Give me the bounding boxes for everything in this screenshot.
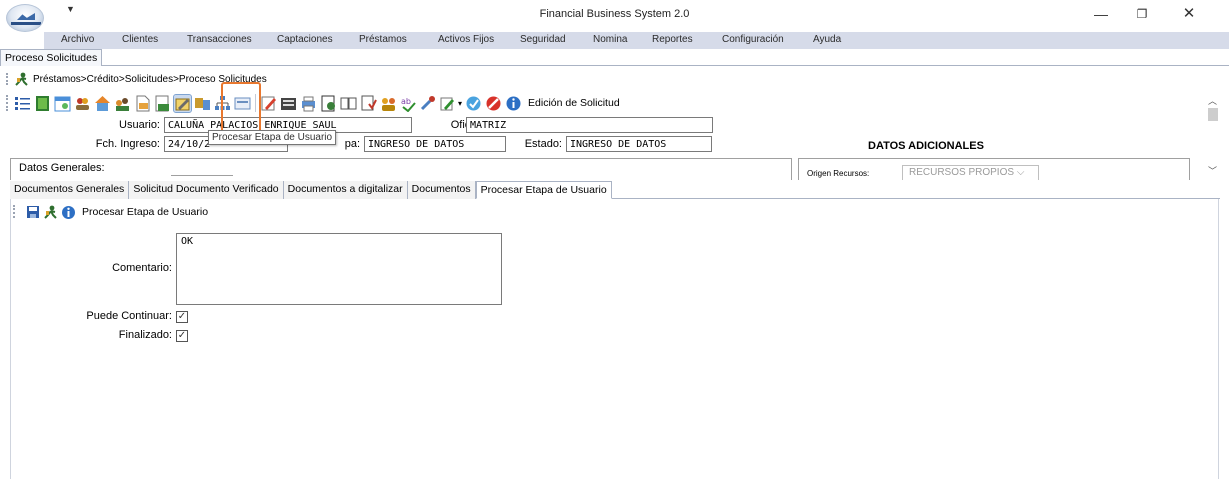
tab-documentos-a-digitalizar[interactable]: Documentos a digitalizar [283, 181, 408, 199]
menu-configuracion[interactable]: Configuración [722, 34, 784, 45]
menu-archivo[interactable]: Archivo [61, 34, 94, 45]
print-icon[interactable] [300, 95, 317, 112]
comentario-textarea[interactable]: OK [176, 233, 502, 305]
transfer-icon[interactable] [320, 95, 337, 112]
document-icon[interactable] [134, 95, 151, 112]
tab-procesar-etapa-usuario[interactable]: Procesar Etapa de Usuario [475, 181, 612, 199]
group-icon[interactable] [380, 95, 397, 112]
running-person-icon [15, 72, 28, 86]
window-title: Financial Business System 2.0 [539, 8, 690, 20]
fch-ingreso-label: Fch. Ingreso: [95, 138, 160, 150]
procesar-etapa-label[interactable]: Procesar Etapa de Usuario [82, 206, 208, 218]
tab-documentos[interactable]: Documentos [407, 181, 476, 199]
estado-label: Estado: [524, 138, 562, 150]
book-icon[interactable] [34, 95, 51, 112]
datos-generales-field [171, 175, 233, 179]
tooltip: Procesar Etapa de Usuario [208, 130, 337, 145]
save-icon[interactable] [26, 205, 40, 219]
process-toolbar: Procesar Etapa de Usuario [26, 204, 208, 220]
estado-field[interactable]: INGRESO DE DATOS [566, 136, 712, 152]
menu-prestamos[interactable]: Préstamos [359, 34, 407, 45]
home-icon[interactable] [94, 95, 111, 112]
restore-button[interactable]: ❐ [1127, 3, 1157, 25]
running-person-icon[interactable] [43, 205, 58, 219]
people-icon[interactable] [114, 95, 131, 112]
puede-continuar-checkbox[interactable]: ✓ [176, 311, 188, 323]
datos-generales-group: Datos Generales: [10, 158, 792, 180]
usuario-label: Usuario: [119, 119, 160, 131]
edicion-solicitud-label[interactable]: Edición de Solicitud [528, 97, 620, 109]
tab-proceso-solicitudes[interactable]: Proceso Solicitudes [0, 49, 103, 66]
info-icon[interactable] [61, 205, 76, 220]
calendar-icon[interactable] [54, 95, 71, 112]
upper-panel-scrollbar[interactable]: ︿ ﹀ [1205, 92, 1221, 180]
refresh-icon[interactable] [465, 95, 482, 112]
chevron-down-icon: ⌵ [1016, 167, 1025, 178]
main-toolbar: ab ▾ Edición de Solicitud [14, 92, 620, 114]
document-tab-strip: Proceso Solicitudes [0, 49, 1229, 66]
tools-icon[interactable] [420, 95, 437, 112]
etapa-field[interactable]: INGRESO DE DATOS [364, 136, 506, 152]
info-icon[interactable] [505, 95, 522, 112]
request-header-panel: Usuario: CALUÑA PALACIOS ENRIQUE SAUL Of… [8, 114, 1204, 180]
list-icon[interactable] [14, 95, 31, 112]
scroll-up-icon[interactable]: ︿ [1208, 94, 1217, 107]
origen-recursos-value: RECURSOS PROPIOS [909, 167, 1015, 178]
tab-documentos-generales[interactable]: Documentos Generales [10, 181, 130, 199]
menu-nomina[interactable]: Nomina [593, 34, 627, 45]
chevron-down-icon[interactable]: ▾ [458, 99, 462, 108]
scroll-thumb[interactable] [1208, 108, 1218, 121]
notebook-icon[interactable] [340, 95, 357, 112]
toolbar-grip [13, 205, 16, 218]
approve-icon[interactable] [360, 95, 377, 112]
datos-adicionales-title: DATOS ADICIONALES [868, 140, 984, 152]
menu-bar: Archivo Clientes Transacciones Captacion… [44, 32, 1229, 49]
menu-activos-fijos[interactable]: Activos Fijos [438, 34, 494, 45]
scroll-down-icon[interactable]: ﹀ [1208, 164, 1217, 177]
minimize-button[interactable]: — [1086, 3, 1116, 25]
finalizado-label: Finalizado: [118, 329, 172, 341]
spell-icon[interactable]: ab [400, 95, 417, 112]
books-icon[interactable] [280, 95, 297, 112]
edit-stage-icon[interactable] [173, 93, 192, 113]
menu-clientes[interactable]: Clientes [122, 34, 158, 45]
svg-text:ab: ab [401, 97, 411, 106]
origen-recursos-label: Origen Recursos: [807, 169, 870, 178]
highlight-annotation [221, 82, 261, 134]
edit-icon[interactable] [260, 95, 277, 112]
origen-recursos-select[interactable]: RECURSOS PROPIOS ⌵ [902, 165, 1039, 180]
comentario-label: Comentario: [112, 262, 172, 274]
edit-dropdown-icon[interactable] [440, 95, 457, 112]
menu-ayuda[interactable]: Ayuda [813, 34, 841, 45]
tab-solicitud-documento-verificado[interactable]: Solicitud Documento Verificado [129, 181, 284, 199]
menu-seguridad[interactable]: Seguridad [520, 34, 566, 45]
menu-reportes[interactable]: Reportes [652, 34, 693, 45]
datos-adicionales-group: Origen Recursos: RECURSOS PROPIOS ⌵ [798, 158, 1190, 180]
cancel-icon[interactable] [485, 95, 502, 112]
oficina-field[interactable]: MATRIZ [466, 117, 713, 133]
datos-generales-label: Datos Generales: [19, 162, 105, 174]
close-button[interactable]: ✕ [1174, 3, 1204, 25]
org-icon[interactable] [194, 95, 211, 112]
detail-tabs: Documentos Generales Solicitud Documento… [10, 181, 1220, 199]
toolbar-grip [6, 73, 9, 85]
users-icon[interactable] [74, 95, 91, 112]
menu-captaciones[interactable]: Captaciones [277, 34, 333, 45]
title-bar: ▼ Financial Business System 2.0 — ❐ ✕ [0, 0, 1229, 32]
puede-continuar-label: Puede Continuar: [86, 310, 172, 322]
report-icon[interactable] [154, 95, 171, 112]
toolbar-grip [6, 95, 9, 111]
finalizado-checkbox[interactable]: ✓ [176, 330, 188, 342]
menu-transacciones[interactable]: Transacciones [187, 34, 252, 45]
